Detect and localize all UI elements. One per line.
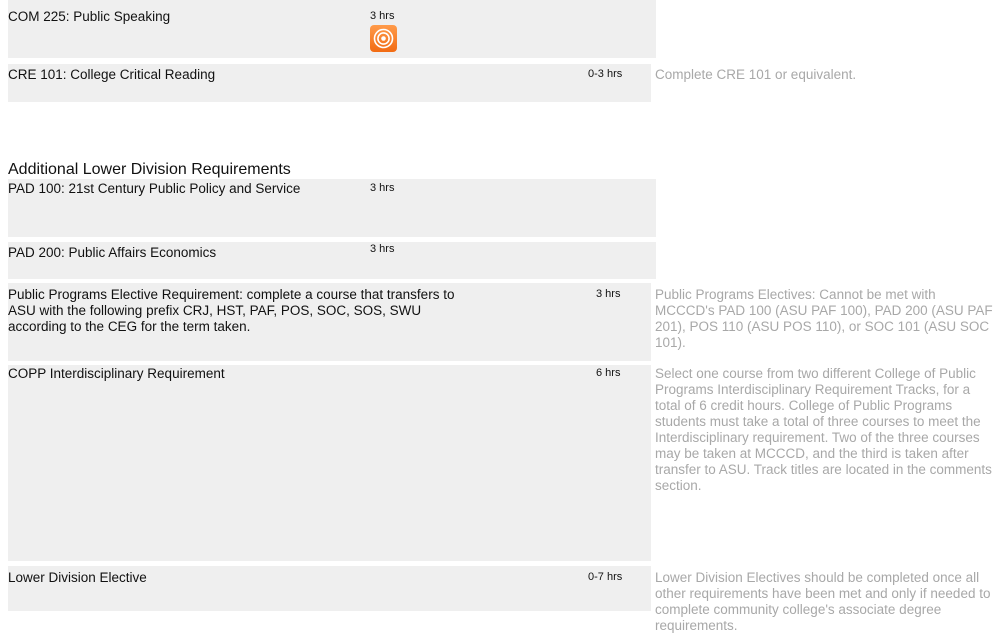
course-note: Complete CRE 101 or equivalent.	[655, 67, 857, 82]
course-note: Public Programs Electives: Cannot be met…	[655, 287, 993, 350]
course-note: Select one course from two different Col…	[655, 366, 992, 493]
course-hours: 3 hrs	[596, 288, 621, 300]
course-hours: 0-3 hrs	[588, 68, 623, 80]
course-hours: 3 hrs	[370, 182, 395, 194]
course-hours: 3 hrs	[370, 243, 395, 255]
course-name: CRE 101: College Critical Reading	[8, 67, 216, 82]
course-hours: 3 hrs	[370, 10, 395, 22]
section-title: Additional Lower Division Requirements	[8, 161, 291, 178]
course-name: PAD 200: Public Affairs Economics	[8, 245, 217, 260]
course-name: Lower Division Elective	[8, 570, 147, 585]
course-name: PAD 100: 21st Century Public Policy and …	[8, 181, 301, 196]
course-name: COM 225: Public Speaking	[8, 9, 171, 24]
course-hours: 6 hrs	[596, 367, 621, 379]
course-hours: 0-7 hrs	[588, 571, 623, 583]
course-name: Public Programs Elective Requirement: co…	[8, 287, 455, 334]
course-note: Lower Division Electives should be compl…	[655, 570, 991, 633]
target-icon[interactable]	[370, 25, 397, 52]
course-name: COPP Interdisciplinary Requirement	[8, 366, 225, 381]
course-row-copp	[8, 365, 651, 561]
